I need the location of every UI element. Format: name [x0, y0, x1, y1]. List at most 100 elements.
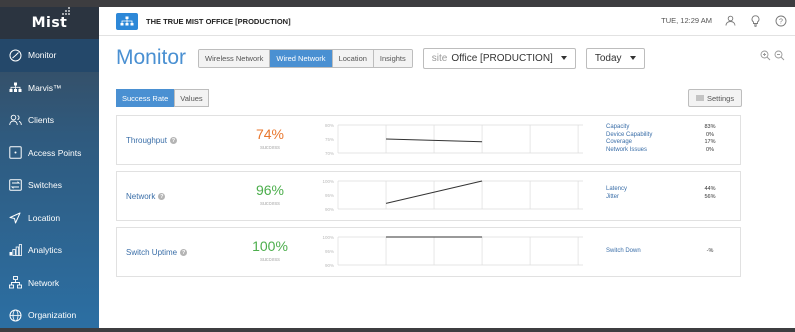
- sidebar-item-switches[interactable]: Switches: [0, 169, 99, 202]
- metric-name[interactable]: Network?: [126, 192, 166, 201]
- help-icon[interactable]: ?: [169, 137, 177, 144]
- time-range-dropdown[interactable]: Today: [585, 47, 645, 69]
- help-icon[interactable]: ?: [180, 249, 188, 256]
- classifier-link[interactable]: Device Capability: [606, 132, 652, 140]
- y-tick-label: 70%: [325, 151, 334, 156]
- sidebar-item-label: Access Points: [28, 147, 82, 158]
- list-icon: [696, 95, 704, 101]
- metric-name-label: Throughput: [126, 136, 167, 145]
- help-icon[interactable]: ?: [774, 14, 787, 27]
- lightbulb-icon[interactable]: [749, 14, 762, 27]
- y-tick-label: 95%: [325, 249, 334, 254]
- classifier-value: 0%: [706, 146, 714, 153]
- classifier-values: 44% 56%: [697, 186, 723, 201]
- y-tick-label: 100%: [322, 235, 334, 240]
- classifier-value: 83%: [704, 124, 716, 130]
- metric-percent: 100%: [252, 238, 288, 254]
- y-tick-label: 90%: [325, 207, 334, 212]
- top-right-controls: TUE, 12:29 AM ?: [661, 14, 787, 27]
- success-sparkline[interactable]: 100% 95% 90%: [320, 179, 585, 213]
- app-frame: Mist Monitor Marvis™ Clients Access Points S…: [0, 0, 795, 328]
- org-logo-icon[interactable]: [116, 12, 138, 30]
- org-title[interactable]: THE TRUE MIST OFFICE [PRODUCTION]: [146, 17, 291, 26]
- sidebar: Mist Monitor Marvis™ Clients Access Points S…: [0, 7, 99, 328]
- tab-wireless-network[interactable]: Wireless Network: [199, 49, 271, 67]
- sidebar-item-label: Monitor: [28, 50, 57, 61]
- sidebar-item-label: Marvis™: [28, 82, 62, 93]
- sidebar-item-monitor[interactable]: Monitor: [0, 39, 99, 72]
- tab-insights[interactable]: Insights: [373, 49, 412, 67]
- analytics-icon: [8, 243, 22, 257]
- classifier-value: -%: [706, 248, 714, 254]
- classifier-values: -%: [697, 248, 723, 256]
- network-tabs: Wireless Network Wired Network Location Ins…: [198, 48, 413, 68]
- zoom-in-icon[interactable]: [760, 50, 771, 61]
- classifier-values: 83% 0% 17% 0%: [697, 124, 723, 154]
- sidebar-item-location[interactable]: Location: [0, 202, 99, 235]
- metric-card[interactable]: Network? 96% success 100% 95% 90% Latency Jitte…: [116, 171, 741, 221]
- page-title: Monitor: [116, 46, 187, 69]
- success-rate-button[interactable]: Success Rate: [116, 89, 175, 107]
- sidebar-item-label: Analytics: [28, 245, 63, 256]
- user-icon[interactable]: [724, 14, 737, 27]
- classifier-link[interactable]: Jitter: [606, 194, 627, 202]
- metric-name[interactable]: Switch Uptime?: [126, 248, 188, 257]
- chevron-down-icon: [629, 56, 636, 60]
- y-tick-label: 80%: [325, 123, 334, 128]
- classifier-value: 44%: [704, 186, 716, 192]
- monitor-icon: [8, 48, 22, 62]
- settings-label: Settings: [707, 93, 735, 103]
- metric-percent: 74%: [255, 126, 285, 142]
- mist-logo[interactable]: Mist: [32, 7, 71, 31]
- location-icon: [8, 211, 22, 225]
- marvis-icon: [8, 81, 22, 95]
- logo-dots-icon: [62, 7, 71, 15]
- classifier-link[interactable]: Switch Down: [606, 248, 641, 256]
- zoom-controls: [760, 50, 785, 61]
- metric-name-label: Network: [126, 192, 156, 201]
- y-tick-label: 75%: [325, 137, 334, 142]
- sidebar-item-label: Clients: [28, 115, 54, 126]
- sidebar-item-clients[interactable]: Clients: [0, 104, 99, 137]
- sidebar-item-organization[interactable]: Organization: [0, 299, 99, 332]
- tab-location[interactable]: Location: [332, 49, 374, 67]
- zoom-out-icon[interactable]: [774, 50, 785, 61]
- classifier-link[interactable]: Latency: [606, 186, 627, 194]
- site-dropdown[interactable]: site Office [PRODUCTION]: [422, 47, 576, 69]
- y-tick-label: 100%: [322, 179, 334, 184]
- success-sparkline[interactable]: 100% 95% 90%: [320, 235, 585, 269]
- success-sparkline[interactable]: 80% 75% 70%: [320, 123, 585, 157]
- sidebar-item-label: Network: [28, 277, 60, 288]
- classifier-link[interactable]: Capacity: [606, 124, 652, 132]
- classifier-link[interactable]: Network Issues: [606, 147, 652, 155]
- sidebar-item-label: Location: [28, 212, 61, 223]
- help-icon[interactable]: ?: [158, 193, 166, 200]
- page-header: Monitor Wireless Network Wired Network Loc…: [116, 43, 645, 73]
- site-label: site: [431, 52, 448, 64]
- metric-card[interactable]: Switch Uptime? 100% success 100% 95% 90% Switc…: [116, 227, 741, 277]
- classifier-value: 17%: [704, 139, 716, 145]
- metric-percent: 96%: [255, 182, 285, 198]
- chevron-down-icon: [560, 56, 567, 60]
- classifier-link[interactable]: Coverage: [606, 139, 652, 147]
- switch-icon: [8, 178, 22, 192]
- metric-card[interactable]: Throughput? 74% success 80% 75% 70% Capacity De…: [116, 115, 741, 165]
- sidebar-item-marvis[interactable]: Marvis™: [0, 72, 99, 105]
- org-network-icon: [120, 16, 134, 26]
- settings-button[interactable]: Settings: [688, 89, 743, 107]
- metric-percent-sub: success: [260, 145, 280, 151]
- tab-wired-network[interactable]: Wired Network: [270, 49, 333, 67]
- network-icon: [8, 276, 22, 290]
- sidebar-item-access-points[interactable]: Access Points: [0, 137, 99, 170]
- sidebar-item-analytics[interactable]: Analytics: [0, 234, 99, 267]
- values-button[interactable]: Values: [174, 89, 209, 107]
- sidebar-item-label: Switches: [28, 180, 63, 191]
- sidebar-item-network[interactable]: Network: [0, 267, 99, 300]
- y-tick-label: 90%: [325, 263, 334, 268]
- clients-icon: [8, 113, 22, 127]
- sidebar-nav: Monitor Marvis™ Clients Access Points Switch…: [0, 39, 99, 332]
- metric-name[interactable]: Throughput?: [126, 136, 177, 145]
- time-range-value: Today: [594, 52, 622, 64]
- metric-name-label: Switch Uptime: [126, 248, 178, 257]
- metric-percent-sub: success: [260, 201, 280, 207]
